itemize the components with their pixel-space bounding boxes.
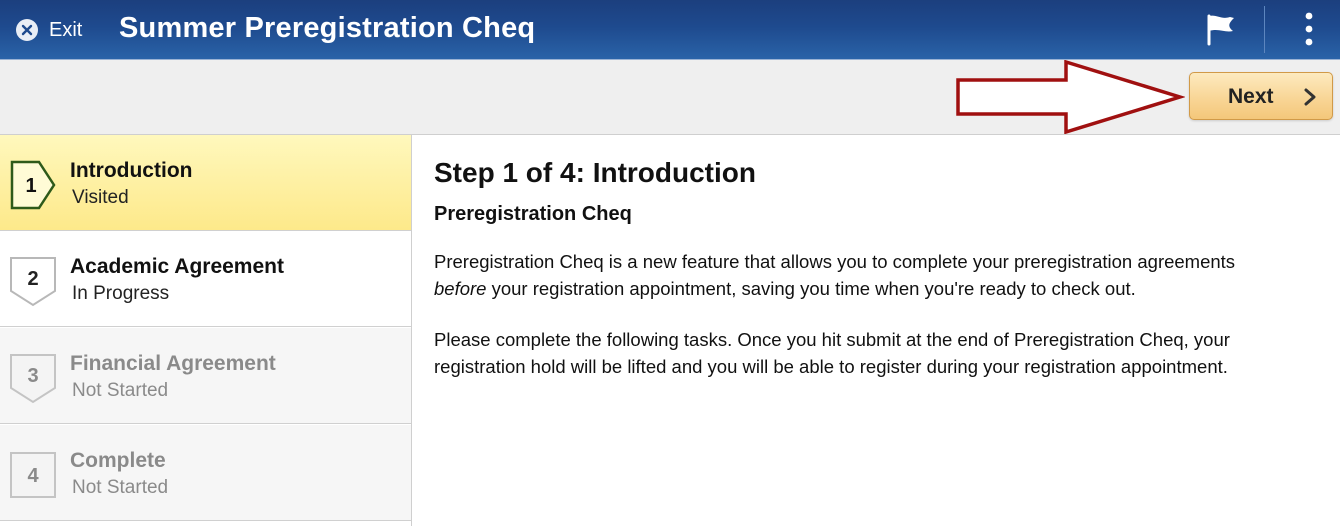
next-button[interactable]: Next: [1189, 72, 1333, 120]
intro-text-continued: your registration appointment, saving yo…: [486, 278, 1136, 299]
page-title: Summer Preregistration Cheq: [119, 12, 536, 44]
exit-button[interactable]: Exit: [16, 17, 82, 43]
step-number: 2: [27, 268, 38, 290]
instructions-paragraph: Please complete the following tasks. Onc…: [434, 329, 1230, 377]
action-toolbar: Next: [0, 60, 1340, 135]
step-status: Visited: [72, 187, 129, 208]
step-item-complete: 4 Complete Not Started: [0, 425, 411, 521]
more-vertical-icon[interactable]: [1295, 10, 1323, 48]
header-divider: [1264, 6, 1265, 53]
step-status: In Progress: [72, 283, 170, 304]
flag-icon[interactable]: [1203, 11, 1239, 47]
step-number: 3: [27, 365, 38, 387]
step-marker-icon: 3: [10, 354, 56, 404]
step-title: Complete: [70, 449, 166, 472]
section-subheading: Preregistration Cheq: [434, 203, 632, 225]
next-button-label: Next: [1228, 85, 1274, 108]
annotation-arrow-icon: [956, 60, 1185, 134]
chevron-right-icon: [1304, 88, 1316, 106]
step-status: Not Started: [72, 380, 169, 401]
step-list: 1 Introduction Visited 2 Academic Agreem…: [0, 135, 412, 526]
step-number: 1: [25, 175, 36, 197]
step-title: Financial Agreement: [70, 352, 276, 375]
step-content: Step 1 of 4: Introduction Preregistratio…: [434, 157, 1314, 380]
step-title: Academic Agreement: [70, 255, 284, 278]
intro-paragraph: Preregistration Cheq is a new feature th…: [434, 248, 1314, 302]
emphasis-text: before: [434, 278, 487, 299]
close-icon: [16, 19, 38, 41]
step-heading: Step 1 of 4: Introduction: [434, 157, 756, 188]
step-number: 4: [27, 465, 39, 487]
intro-text: Preregistration Cheq is a new feature th…: [434, 251, 1236, 272]
step-item-financial-agreement: 3 Financial Agreement Not Started: [0, 328, 411, 424]
step-item-academic-agreement[interactable]: 2 Academic Agreement In Progress: [0, 231, 411, 327]
app-header: Exit Summer Preregistration Cheq: [0, 0, 1340, 60]
step-title: Introduction: [70, 159, 193, 182]
step-marker-icon: 2: [10, 257, 56, 307]
step-marker-icon: 4: [10, 452, 56, 498]
step-item-introduction[interactable]: 1 Introduction Visited: [0, 135, 411, 231]
exit-label: Exit: [49, 18, 83, 41]
step-marker-active-icon: 1: [10, 160, 56, 210]
step-status: Not Started: [72, 477, 169, 498]
